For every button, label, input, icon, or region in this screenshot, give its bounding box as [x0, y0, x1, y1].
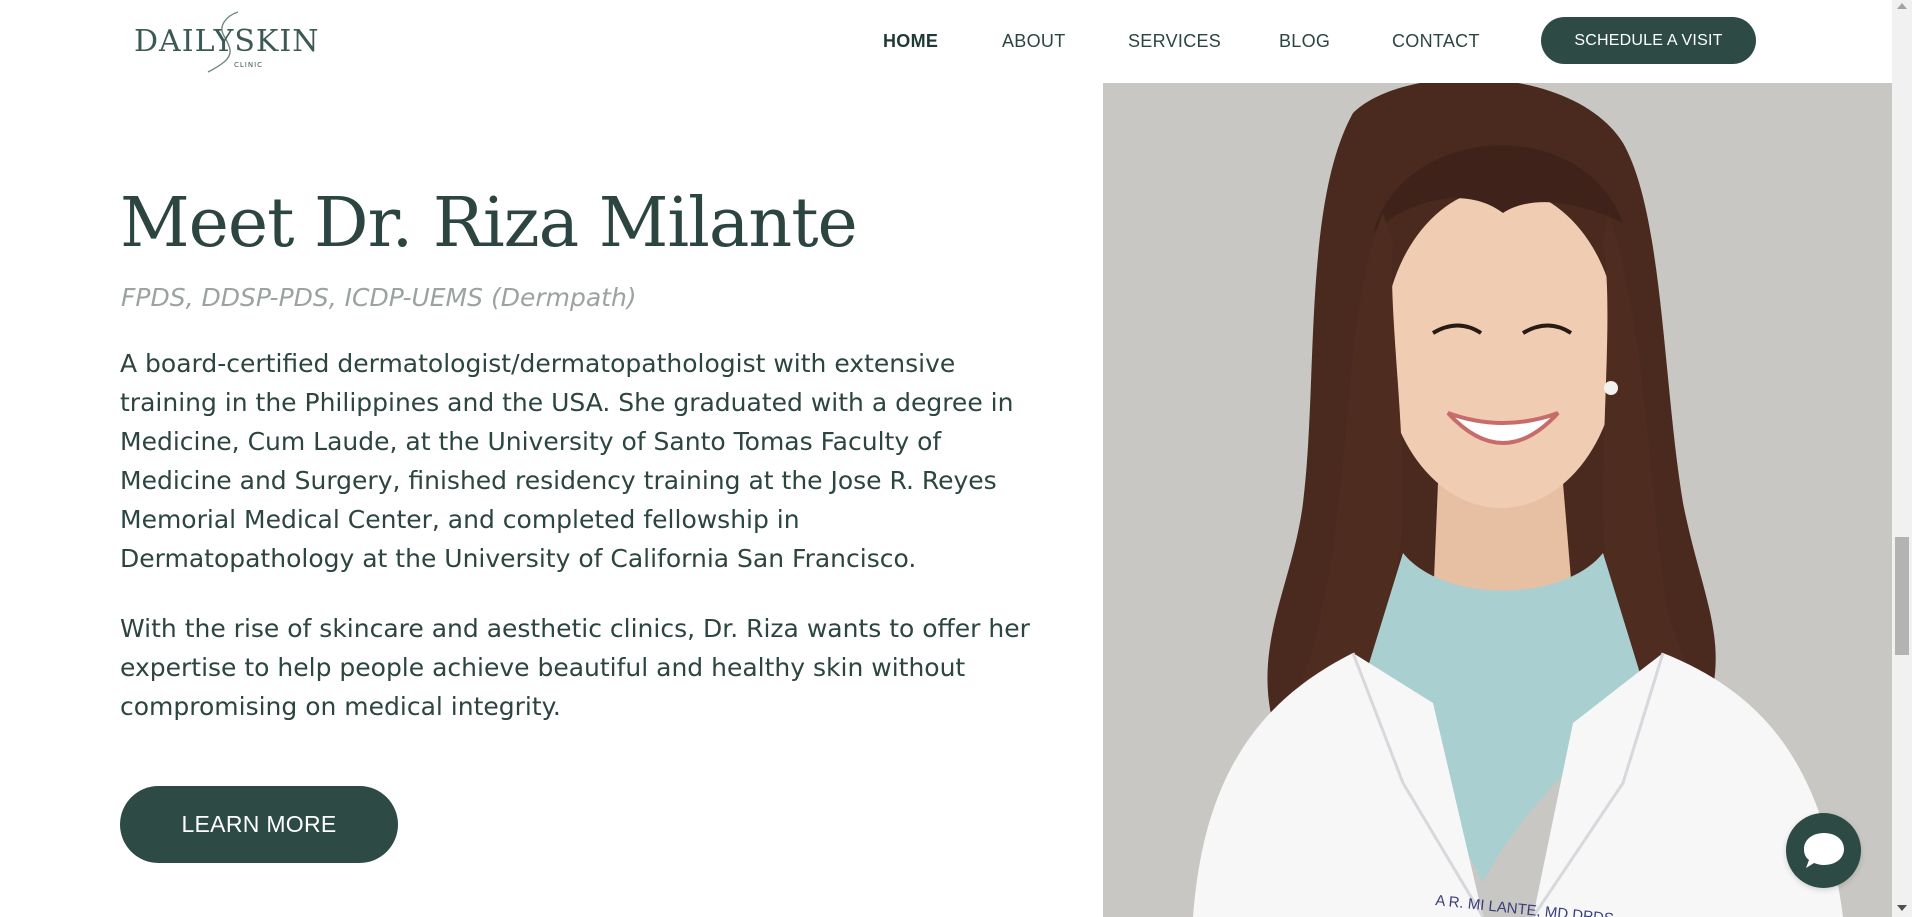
learn-more-button[interactable]: LEARN MORE: [120, 786, 398, 863]
doctor-portrait-illustration: A R. MI LANTE, MD,DPDS: [1103, 83, 1892, 917]
schedule-visit-button[interactable]: SCHEDULE A VISIT: [1541, 17, 1756, 64]
scrollbar-thumb[interactable]: [1895, 537, 1909, 655]
bio-paragraph-1: A board-certified dermatologist/dermatop…: [120, 349, 1014, 573]
nav-about[interactable]: ABOUT: [1002, 31, 1066, 52]
nav-home[interactable]: HOME: [883, 31, 938, 52]
chat-widget-button[interactable]: [1786, 813, 1861, 888]
page-title: Meet Dr. Riza Milante: [120, 184, 858, 263]
page-scrollbar[interactable]: [1892, 0, 1912, 917]
scroll-up-arrow-icon[interactable]: [1897, 3, 1907, 9]
bio-paragraph-2: With the rise of skincare and aesthetic …: [120, 614, 1030, 721]
doctor-portrait: A R. MI LANTE, MD,DPDS: [1103, 83, 1892, 917]
nav-blog[interactable]: BLOG: [1279, 31, 1330, 52]
logo-wordmark: DAILYSKIN: [134, 24, 320, 59]
scroll-down-arrow-icon[interactable]: [1897, 905, 1907, 911]
nav-services[interactable]: SERVICES: [1128, 31, 1221, 52]
site-header: DAILYSKIN CLINIC HOME ABOUT SERVICES BLO…: [0, 0, 1892, 83]
chat-bubble-icon: [1803, 832, 1844, 868]
logo-subtitle: CLINIC: [234, 61, 264, 69]
doctor-credentials: FPDS, DDSP-PDS, ICDP-UEMS (Dermpath): [121, 283, 637, 312]
nav-contact[interactable]: CONTACT: [1392, 31, 1480, 52]
clinic-logo[interactable]: DAILYSKIN CLINIC: [132, 10, 318, 74]
